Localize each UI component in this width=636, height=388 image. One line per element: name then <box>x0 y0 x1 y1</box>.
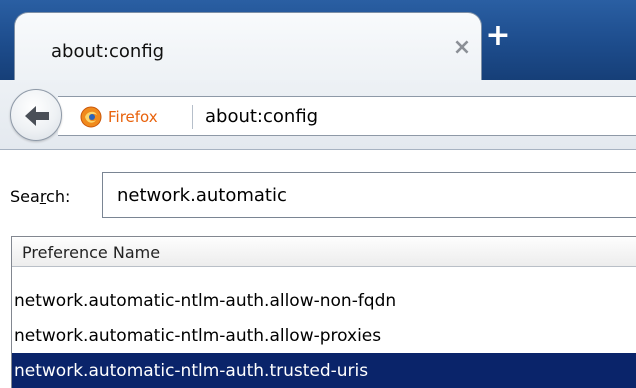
preference-name: network.automatic-ntlm-auth.trusted-uris <box>14 361 369 381</box>
identity-label[interactable]: Firefox <box>108 108 158 126</box>
back-button[interactable] <box>10 89 62 141</box>
search-input[interactable] <box>102 172 636 218</box>
preference-table: Preference Name network.automatic-ntlm-a… <box>11 236 636 388</box>
preference-name: network.automatic-ntlm-auth.allow-non-fq… <box>14 291 397 311</box>
new-tab-button[interactable]: + <box>484 21 512 51</box>
table-row-selected[interactable]: network.automatic-ntlm-auth.trusted-uris <box>12 353 636 388</box>
back-arrow-icon <box>25 106 49 126</box>
table-row[interactable]: network.automatic-ntlm-auth.allow-proxie… <box>12 318 636 354</box>
identity-divider <box>192 105 193 129</box>
table-row[interactable]: network.automatic-ntlm-auth.allow-non-fq… <box>12 283 636 319</box>
url-text[interactable]: about:config <box>205 106 318 127</box>
search-label: Search: <box>10 187 71 206</box>
tab-about-config[interactable]: about:config × <box>14 12 482 84</box>
tab-title: about:config <box>51 41 165 62</box>
firefox-icon <box>80 106 102 128</box>
column-header-label: Preference Name <box>22 243 161 262</box>
column-header-preference-name[interactable]: Preference Name <box>12 237 636 267</box>
close-icon[interactable]: × <box>452 37 472 59</box>
url-bar[interactable]: Firefox about:config <box>58 96 636 136</box>
tab-bar: about:config × + <box>0 0 636 84</box>
navigation-toolbar: Firefox about:config <box>0 80 636 150</box>
preference-name: network.automatic-ntlm-auth.allow-proxie… <box>14 326 382 346</box>
